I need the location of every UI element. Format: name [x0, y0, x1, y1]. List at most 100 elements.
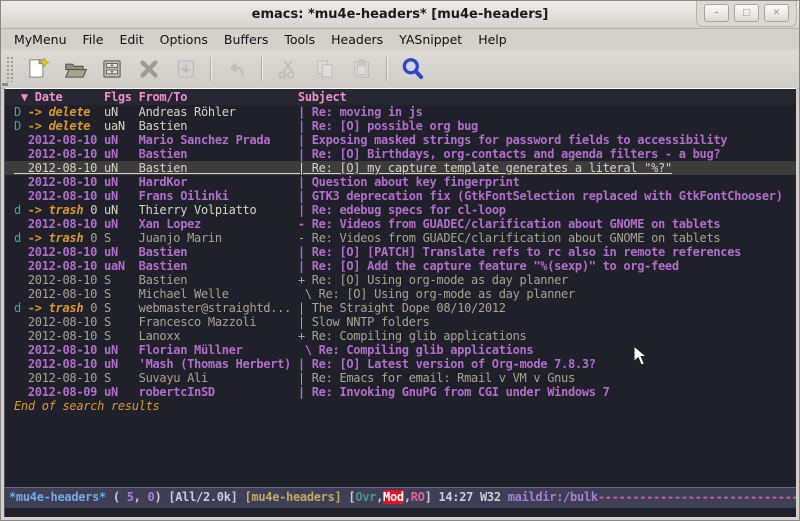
mode-line-segment: ,	[134, 490, 148, 504]
message-row[interactable]: 2012-08-10 S Michael Welle \ Re: [O] Usi…	[5, 287, 796, 301]
mode-line-segment: Ovr	[355, 490, 376, 504]
row-segment-action: -> delete	[21, 119, 90, 133]
open-folder-icon[interactable]	[56, 54, 93, 84]
row-segment-read: 2012-08-10 S Suvayu Ali | Re: Emacs for …	[14, 371, 575, 385]
titlebar[interactable]: emacs: *mu4e-headers* [mu4e-headers] – □…	[1, 1, 799, 29]
row-segment-action: -> delete	[21, 105, 90, 119]
toolbar-separator	[386, 57, 388, 81]
row-segment-mark: D	[14, 105, 21, 119]
mode-line-segment: ,	[376, 490, 383, 504]
message-row[interactable]: 2012-08-10 S Francesco Mazzoli | Slow NN…	[5, 315, 796, 329]
message-row[interactable]: 2012-08-09 uN robertcInSD | Re: Invoking…	[5, 385, 796, 399]
menu-item-headers[interactable]: Headers	[323, 30, 391, 49]
menu-item-edit[interactable]: Edit	[111, 30, 151, 49]
message-list: D -> delete uN Andreas Röhler | Re: movi…	[5, 105, 796, 399]
row-segment-cur: 2012-08-10 uN Bastien | Re: [O] my captu…	[14, 161, 672, 175]
tool-bar	[1, 50, 799, 89]
new-file-icon[interactable]	[19, 54, 56, 84]
maximize-button[interactable]: □	[734, 4, 759, 22]
save-as-icon	[167, 54, 204, 84]
row-segment-subj: | Re: edebug specs for cl-loop	[298, 203, 506, 217]
window-title: emacs: *mu4e-headers* [mu4e-headers]	[252, 7, 549, 22]
mode-line-segment: 5	[127, 490, 134, 504]
message-row[interactable]: D -> delete uaN Bastien | Re: [O] possib…	[5, 119, 796, 133]
row-segment-action: -> trash	[21, 301, 83, 315]
mode-line-segment: [	[341, 490, 355, 504]
row-segment-mark: D	[14, 119, 21, 133]
message-row[interactable]: 2012-08-10 uN Florian Müllner \ Re: Comp…	[5, 343, 796, 357]
paste-icon	[343, 54, 380, 84]
row-segment-action: -> trash	[21, 231, 83, 245]
row-segment-read: 0 S webmaster@straightd... | The Straigh…	[83, 301, 505, 315]
emacs-window: emacs: *mu4e-headers* [mu4e-headers] – □…	[0, 0, 800, 521]
minibuffer-echo-area[interactable]	[5, 508, 796, 517]
menu-bar: MyMenuFileEditOptionsBuffersToolsHeaders…	[1, 29, 799, 50]
row-segment-read: 2012-08-10 S Michael Welle \ Re: [O] Usi…	[14, 287, 575, 301]
row-segment-plain: uaN Bastien	[90, 119, 298, 133]
message-row[interactable]: 2012-08-10 uN HardKor | Question about k…	[5, 175, 796, 189]
row-segment-unread: 2012-08-10 uN Bastien | Re: [O] [PATCH] …	[14, 245, 741, 259]
toolbar-grip-handle[interactable]	[6, 56, 14, 82]
message-row[interactable]: D -> delete uN Andreas Röhler | Re: movi…	[5, 105, 796, 119]
menu-item-help[interactable]: Help	[470, 30, 515, 49]
row-segment-unread: 2012-08-10 uN Bastien | Re: [O] Birthday…	[14, 147, 720, 161]
row-segment-read: 0 S Juanjo Marin - Re: Videos from GUADE…	[83, 231, 720, 245]
mode-line[interactable]: *mu4e-headers* ( 5, 0) [All/2.0k] [mu4e-…	[5, 487, 796, 508]
row-segment-unread: 2012-08-10 uN Mario Sanchez Prada | Expo…	[14, 133, 727, 147]
fringe-indicator	[2, 83, 8, 86]
message-row[interactable]: 2012-08-10 uN Bastien | Re: [O] Birthday…	[5, 147, 796, 161]
message-row[interactable]: 2012-08-10 S Lanoxx + Re: Compiling glib…	[5, 329, 796, 343]
message-row[interactable]: 2012-08-10 uN Frans Oilinki | GTK3 depre…	[5, 189, 796, 203]
mode-line-segment: ,	[404, 490, 411, 504]
message-row[interactable]: 2012-08-10 S Suvayu Ali | Re: Emacs for …	[5, 371, 796, 385]
message-row[interactable]: 2012-08-10 uN 'Mash (Thomas Herbert) | R…	[5, 357, 796, 371]
window-controls: – □ ✕	[696, 1, 797, 27]
buffer-area: ▼ Date Flgs From/To Subject D -> delete …	[4, 88, 796, 517]
row-segment-unread: 2012-08-10 uN Florian Müllner \ Re: Comp…	[14, 343, 533, 357]
menu-item-file[interactable]: File	[75, 30, 112, 49]
menu-item-options[interactable]: Options	[152, 30, 216, 49]
row-segment-unread: 2012-08-10 uN Xan Lopez - Re: Videos fro…	[14, 217, 720, 231]
row-segment-subj: | Re: [O] possible org bug	[298, 119, 478, 133]
mode-line-segment: Mod	[383, 490, 404, 504]
row-segment-read: 2012-08-10 S Lanoxx + Re: Compiling glib…	[14, 329, 526, 343]
message-row[interactable]: d -> trash 0 uN Thierry Volpiatto | Re: …	[5, 203, 796, 217]
row-segment-unread: 2012-08-10 uN HardKor | Question about k…	[14, 175, 520, 189]
message-row-current[interactable]: 2012-08-10 uN Bastien | Re: [O] my captu…	[5, 161, 796, 175]
toolbar-separator	[210, 57, 212, 81]
minimize-button[interactable]: –	[704, 4, 729, 22]
message-row[interactable]: d -> trash 0 S Juanjo Marin - Re: Videos…	[5, 231, 796, 245]
close-button[interactable]: ✕	[764, 4, 789, 22]
row-segment-action: -> trash	[21, 203, 83, 217]
search-icon[interactable]	[394, 54, 431, 84]
mode-line-segment: [mu4e-headers]	[245, 490, 342, 504]
message-row[interactable]: d -> trash 0 S webmaster@straightd... | …	[5, 301, 796, 315]
toolbar-separator	[261, 57, 263, 81]
end-of-results-text: End of search results	[5, 399, 796, 413]
headers-column-titles: ▼ Date Flgs From/To Subject	[5, 89, 796, 105]
row-segment-read: 2012-08-10 S Bastien + Re: [O] Using org…	[14, 273, 568, 287]
mode-line-segment: RO	[411, 490, 425, 504]
row-segment-mark: d	[14, 203, 21, 217]
row-segment-plain: 0 uN Thierry Volpiatto	[83, 203, 298, 217]
mode-line-segment: -----------------------------	[598, 490, 796, 504]
menu-item-mymenu[interactable]: MyMenu	[6, 30, 75, 49]
message-row[interactable]: 2012-08-10 uN Mario Sanchez Prada | Expo…	[5, 133, 796, 147]
close-buffer-icon[interactable]	[130, 54, 167, 84]
message-row[interactable]: 2012-08-10 S Bastien + Re: [O] Using org…	[5, 273, 796, 287]
row-segment-read: 2012-08-10 S Francesco Mazzoli | Slow NN…	[14, 315, 429, 329]
menu-item-buffers[interactable]: Buffers	[216, 30, 276, 49]
row-segment-mark: d	[14, 301, 21, 315]
mode-line-segment: ) [All/2.0k]	[154, 490, 244, 504]
row-segment-subj: | Re: moving in js	[298, 105, 423, 119]
row-segment-unread: 2012-08-10 uN 'Mash (Thomas Herbert) | R…	[14, 357, 596, 371]
row-segment-unread: 2012-08-10 uN Frans Oilinki | GTK3 depre…	[14, 189, 783, 203]
copy-icon	[306, 54, 343, 84]
message-row[interactable]: 2012-08-10 uaN Bastien | Re: [O] Add the…	[5, 259, 796, 273]
save-icon[interactable]	[93, 54, 130, 84]
menu-item-yasnippet[interactable]: YASnippet	[391, 30, 470, 49]
mode-line-segment: (	[106, 490, 127, 504]
message-row[interactable]: 2012-08-10 uN Xan Lopez - Re: Videos fro…	[5, 217, 796, 231]
menu-item-tools[interactable]: Tools	[276, 30, 323, 49]
message-row[interactable]: 2012-08-10 uN Bastien | Re: [O] [PATCH] …	[5, 245, 796, 259]
